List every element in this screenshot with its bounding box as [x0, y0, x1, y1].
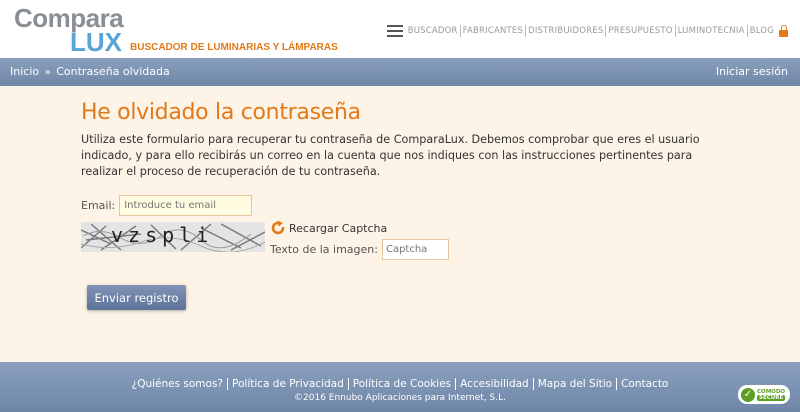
footer-link-mapa[interactable]: Mapa del Sitio	[533, 378, 618, 390]
breadcrumb-separator: »	[44, 67, 51, 78]
page-title: He olvidado la contraseña	[81, 100, 361, 125]
reload-captcha[interactable]: Recargar Captcha	[270, 218, 387, 238]
captcha-field[interactable]	[381, 238, 449, 260]
site-footer: ¿Quiénes somos? Política de Privacidad Pol…	[0, 362, 800, 412]
footer-link-cookies[interactable]: Política de Cookies	[348, 378, 457, 390]
footer-link-quienes-somos[interactable]: ¿Quiénes somos?	[127, 378, 229, 390]
nav-item-fabricantes[interactable]: FABRICANTES	[461, 25, 527, 37]
nav-item-presupuesto[interactable]: PRESUPUESTO	[606, 25, 676, 37]
site-header: Compara LUX BUSCADOR DE LUMINARIAS Y LÁM…	[0, 0, 800, 58]
checkmark-icon: ✓	[741, 387, 755, 402]
nav-item-blog[interactable]: BLOG	[748, 25, 776, 37]
copyright: ©2016 Ennubo Aplicaciones para Internet,…	[294, 393, 506, 403]
footer-links: ¿Quiénes somos? Política de Privacidad Pol…	[0, 372, 800, 391]
comparalux-logo[interactable]: Compara LUX BUSCADOR DE LUMINARIAS Y LÁM…	[14, 4, 338, 57]
reload-captcha-label[interactable]: Recargar Captcha	[289, 222, 387, 235]
footer-link-contacto[interactable]: Contacto	[617, 378, 672, 390]
breadcrumb-bar: Inicio » Contraseña olvidada Iniciar ses…	[0, 58, 800, 86]
footer-link-accesibilidad[interactable]: Accesibilidad	[456, 378, 534, 390]
nav-item-luminotecnia[interactable]: LUMINOTECNIA	[676, 25, 748, 37]
comodo-secure-badge[interactable]: ✓ COMODO SECURE	[738, 385, 790, 404]
submit-button[interactable]: Enviar registro	[87, 285, 186, 310]
email-field[interactable]	[119, 194, 253, 216]
breadcrumb: Inicio » Contraseña olvidada	[10, 65, 170, 78]
top-navigation: BUSCADOR FABRICANTES DISTRIBUIDORES PRES…	[386, 21, 788, 41]
logo-tagline: BUSCADOR DE LUMINARIAS Y LÁMPARAS	[130, 42, 338, 53]
refresh-icon[interactable]	[270, 220, 286, 236]
menu-icon[interactable]	[386, 25, 403, 37]
comodo-badge-top: COMODO	[757, 388, 786, 395]
breadcrumb-home-link[interactable]: Inicio	[10, 65, 39, 78]
email-label: Email:	[81, 198, 116, 212]
captcha-image: vzspli	[81, 222, 265, 252]
email-row: Email:	[81, 194, 253, 216]
captcha-row: Texto de la imagen:	[270, 238, 449, 260]
main-content: He olvidado la contraseña Utiliza este f…	[0, 86, 800, 362]
logo-text-bottom: LUX	[70, 27, 122, 57]
captcha-label: Texto de la imagen:	[270, 242, 378, 256]
footer-link-privacidad[interactable]: Política de Privacidad	[228, 378, 349, 390]
nav-item-distribuidores[interactable]: DISTRIBUIDORES	[526, 25, 607, 37]
lock-icon[interactable]	[779, 25, 788, 37]
captcha-text: vzspli	[111, 223, 214, 247]
nav-item-buscador[interactable]: BUSCADOR	[406, 25, 461, 37]
breadcrumb-current: Contraseña olvidada	[56, 65, 170, 78]
comodo-badge-bottom: SECURE	[757, 394, 786, 401]
comodo-badge-text: COMODO SECURE	[757, 388, 786, 401]
intro-text: Utiliza este formulario para recuperar t…	[81, 133, 700, 178]
login-link[interactable]: Iniciar sesión	[716, 65, 788, 78]
